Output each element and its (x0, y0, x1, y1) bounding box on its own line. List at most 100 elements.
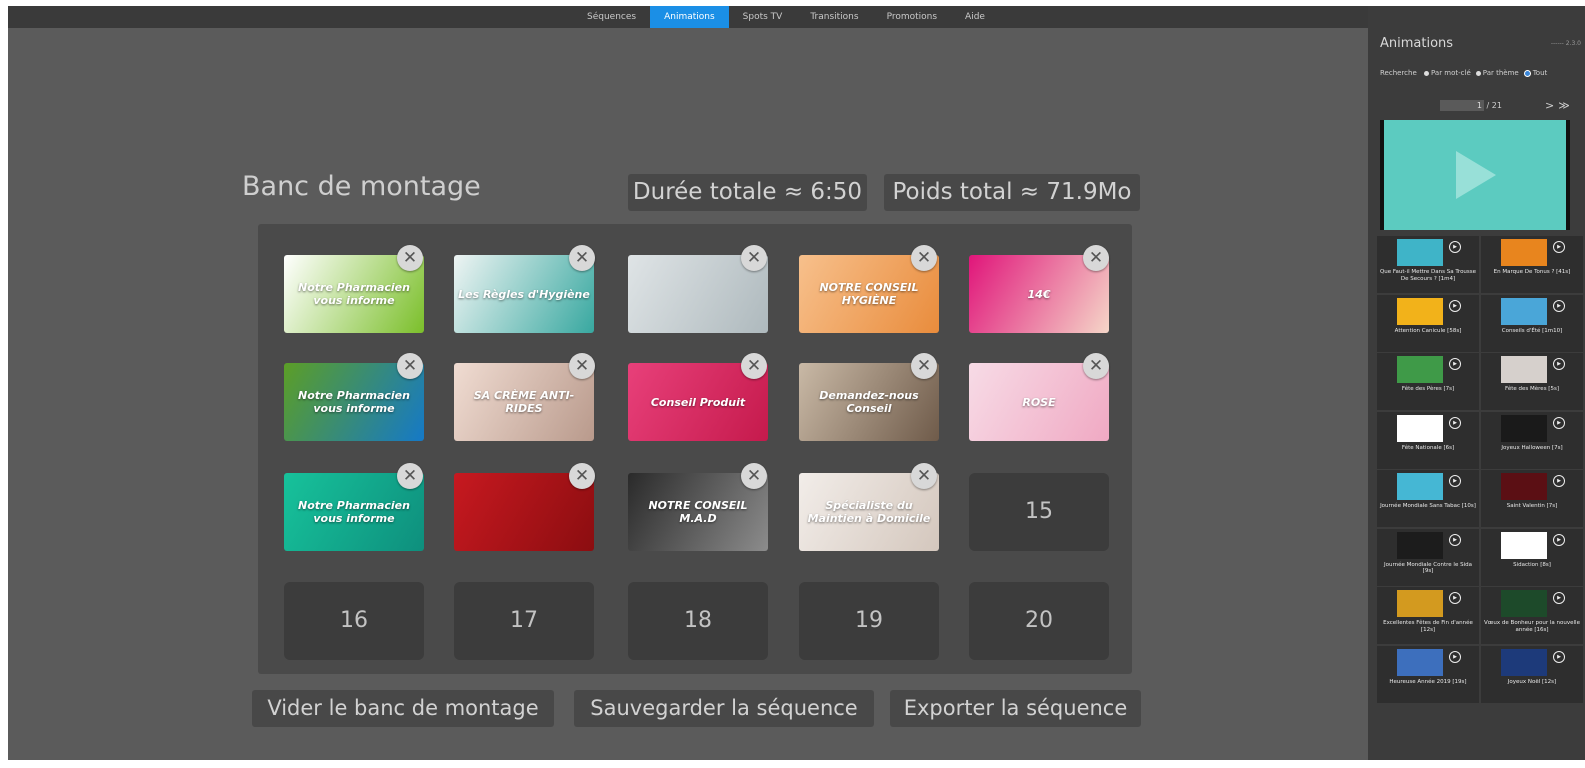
remove-slot-icon[interactable]: ✕ (1083, 245, 1109, 271)
top-navigation-bar: Séquences Animations Spots TV Transitions Pr… (8, 6, 1368, 28)
remove-slot-icon[interactable]: ✕ (741, 463, 767, 489)
animation-thumbnail[interactable] (1397, 297, 1443, 325)
remove-slot-icon[interactable]: ✕ (1083, 353, 1109, 379)
animation-thumbnail[interactable] (1397, 590, 1443, 617)
animation-card[interactable]: ▶ Fête des Mères [5s] (1481, 353, 1583, 410)
animation-thumbnail[interactable] (1501, 297, 1547, 325)
animation-thumbnail[interactable] (1501, 414, 1547, 442)
animation-thumbnail[interactable] (1397, 473, 1443, 500)
radio-button[interactable] (1523, 69, 1531, 77)
pager-navigation: >≫ (1545, 99, 1574, 112)
empty-slot[interactable]: 19 (799, 582, 939, 660)
remove-slot-icon[interactable]: ✕ (397, 353, 423, 379)
remove-slot-icon[interactable]: ✕ (911, 353, 937, 379)
radio-button[interactable] (1475, 70, 1481, 76)
play-icon[interactable]: ▶ (1553, 241, 1565, 253)
remove-slot-icon[interactable]: ✕ (911, 245, 937, 271)
animation-card[interactable]: ▶ Que Faut-il Mettre Dans Sa Trousse De S… (1377, 236, 1479, 293)
nav-tab-animations[interactable]: Animations (650, 6, 729, 28)
animation-card[interactable]: ▶ Fête Nationale [6s] (1377, 411, 1479, 469)
slot-caption: Demandez-nous Conseil (819, 389, 919, 415)
animation-label: Fête des Mères [5s] (1505, 386, 1559, 392)
play-icon[interactable]: ▶ (1449, 241, 1461, 253)
play-icon[interactable]: ▶ (1449, 416, 1461, 429)
animation-label: En Marque De Tonus ? [41s] (1493, 269, 1571, 275)
remove-slot-icon[interactable]: ✕ (569, 353, 595, 379)
animation-label: Fête des Pères [7s] (1401, 386, 1455, 392)
clear-board-button[interactable]: Vider le banc de montage (252, 690, 554, 727)
remove-slot-icon[interactable]: ✕ (911, 463, 937, 489)
animation-thumbnail[interactable] (1501, 239, 1547, 266)
animation-thumbnail[interactable] (1501, 648, 1547, 676)
play-icon[interactable]: ▶ (1553, 299, 1565, 312)
animation-thumbnail[interactable] (1397, 356, 1443, 383)
animation-thumbnail[interactable] (1501, 473, 1547, 500)
animation-preview[interactable] (1380, 120, 1570, 230)
play-icon[interactable]: ▶ (1449, 533, 1461, 546)
animation-card[interactable]: ▶ Vœux de Bonheur pour la nouvelle année … (1481, 587, 1583, 644)
nav-tab-transitions[interactable]: Transitions (796, 6, 872, 28)
play-icon[interactable]: ▶ (1449, 299, 1461, 312)
animation-card[interactable]: ▶ Fête des Pères [7s] (1377, 353, 1479, 410)
last-page-button[interactable]: ≫ (1558, 99, 1574, 112)
animation-card[interactable]: ▶ Sidaction [8s] (1481, 528, 1583, 586)
animation-thumbnail[interactable] (1397, 414, 1443, 442)
save-sequence-button[interactable]: Sauvegarder la séquence (574, 690, 874, 727)
search-label: Recherche (1380, 69, 1417, 77)
animation-label: Joyeux Noël [12s] (1507, 678, 1557, 685)
play-icon[interactable]: ▶ (1449, 475, 1461, 487)
animation-label: Excellentes Fêtes de Fin d'année [12s] (1383, 620, 1473, 633)
radio-button[interactable] (1424, 70, 1429, 76)
animation-card[interactable]: ▶ Joyeux Noël [12s] (1481, 645, 1583, 703)
radio-label[interactable]: Par thème (1483, 69, 1519, 77)
radio-label[interactable]: Par mot-clé (1431, 69, 1471, 77)
play-icon[interactable]: ▶ (1553, 475, 1565, 487)
remove-slot-icon[interactable]: ✕ (397, 245, 423, 271)
animation-thumbnail[interactable] (1501, 356, 1547, 383)
montage-board: Notre Pharmacien vous informe ✕ Les Règles… (258, 224, 1132, 674)
animation-card[interactable]: ▶ Saint Valentin [7s] (1481, 470, 1583, 527)
animation-thumbnail[interactable] (1397, 239, 1443, 266)
animation-card[interactable]: ▶ Attention Canicule [58s] (1377, 294, 1479, 352)
empty-slot[interactable]: 18 (628, 582, 768, 660)
animation-thumbnail[interactable] (1501, 590, 1547, 617)
play-icon[interactable]: ▶ (1553, 533, 1565, 546)
play-icon[interactable]: ▶ (1449, 650, 1461, 663)
animation-card[interactable]: ▶ Excellentes Fêtes de Fin d'année [12s] (1377, 587, 1479, 644)
play-icon[interactable]: ▶ (1449, 592, 1461, 604)
animation-thumbnail[interactable] (1397, 531, 1443, 559)
next-page-button[interactable]: > (1545, 99, 1558, 112)
nav-tab-promotions[interactable]: Promotions (873, 6, 951, 28)
animation-card[interactable]: ▶ En Marque De Tonus ? [41s] (1481, 236, 1583, 293)
animation-card[interactable]: ▶ Joyeux Halloween [7s] (1481, 411, 1583, 469)
animation-thumbnail[interactable] (1397, 648, 1443, 676)
remove-slot-icon[interactable]: ✕ (569, 463, 595, 489)
animation-card[interactable]: ▶ Heureuse Année 2019 [19s] (1377, 645, 1479, 703)
play-icon[interactable]: ▶ (1553, 358, 1565, 370)
animation-card[interactable]: ▶ Conseils d'Été [1m10] (1481, 294, 1583, 352)
play-icon[interactable]: ▶ (1449, 358, 1461, 370)
animation-thumbnail[interactable] (1501, 531, 1547, 559)
nav-tab-aide[interactable]: Aide (951, 6, 999, 28)
remove-slot-icon[interactable]: ✕ (741, 245, 767, 271)
slot-caption: Notre Pharmacien vous informe (298, 499, 410, 525)
remove-slot-icon[interactable]: ✕ (397, 463, 423, 489)
empty-slot[interactable]: 16 (284, 582, 424, 660)
animation-card[interactable]: ▶ Journée Mondiale Contre le Sida [9s] (1377, 528, 1479, 586)
empty-slot[interactable]: 17 (454, 582, 594, 660)
export-sequence-button[interactable]: Exporter la séquence (890, 690, 1141, 727)
nav-tab-spots-tv[interactable]: Spots TV (729, 6, 797, 28)
play-icon[interactable]: ▶ (1553, 592, 1565, 604)
empty-slot[interactable]: 20 (969, 582, 1109, 660)
play-icon[interactable]: ▶ (1553, 650, 1565, 663)
radio-label[interactable]: Tout (1533, 69, 1548, 77)
page-number-input[interactable]: 1 (1440, 100, 1484, 111)
play-icon[interactable]: ▶ (1553, 416, 1565, 429)
slot-caption: 14€ (1027, 287, 1051, 301)
nav-tab-séquences[interactable]: Séquences (573, 6, 650, 28)
animation-card[interactable]: ▶ Journée Mondiale Sans Tabac [10s] (1377, 470, 1479, 527)
remove-slot-icon[interactable]: ✕ (741, 353, 767, 379)
remove-slot-icon[interactable]: ✕ (569, 245, 595, 271)
page-total: / 21 (1486, 101, 1502, 110)
empty-slot[interactable]: 15 (969, 473, 1109, 551)
